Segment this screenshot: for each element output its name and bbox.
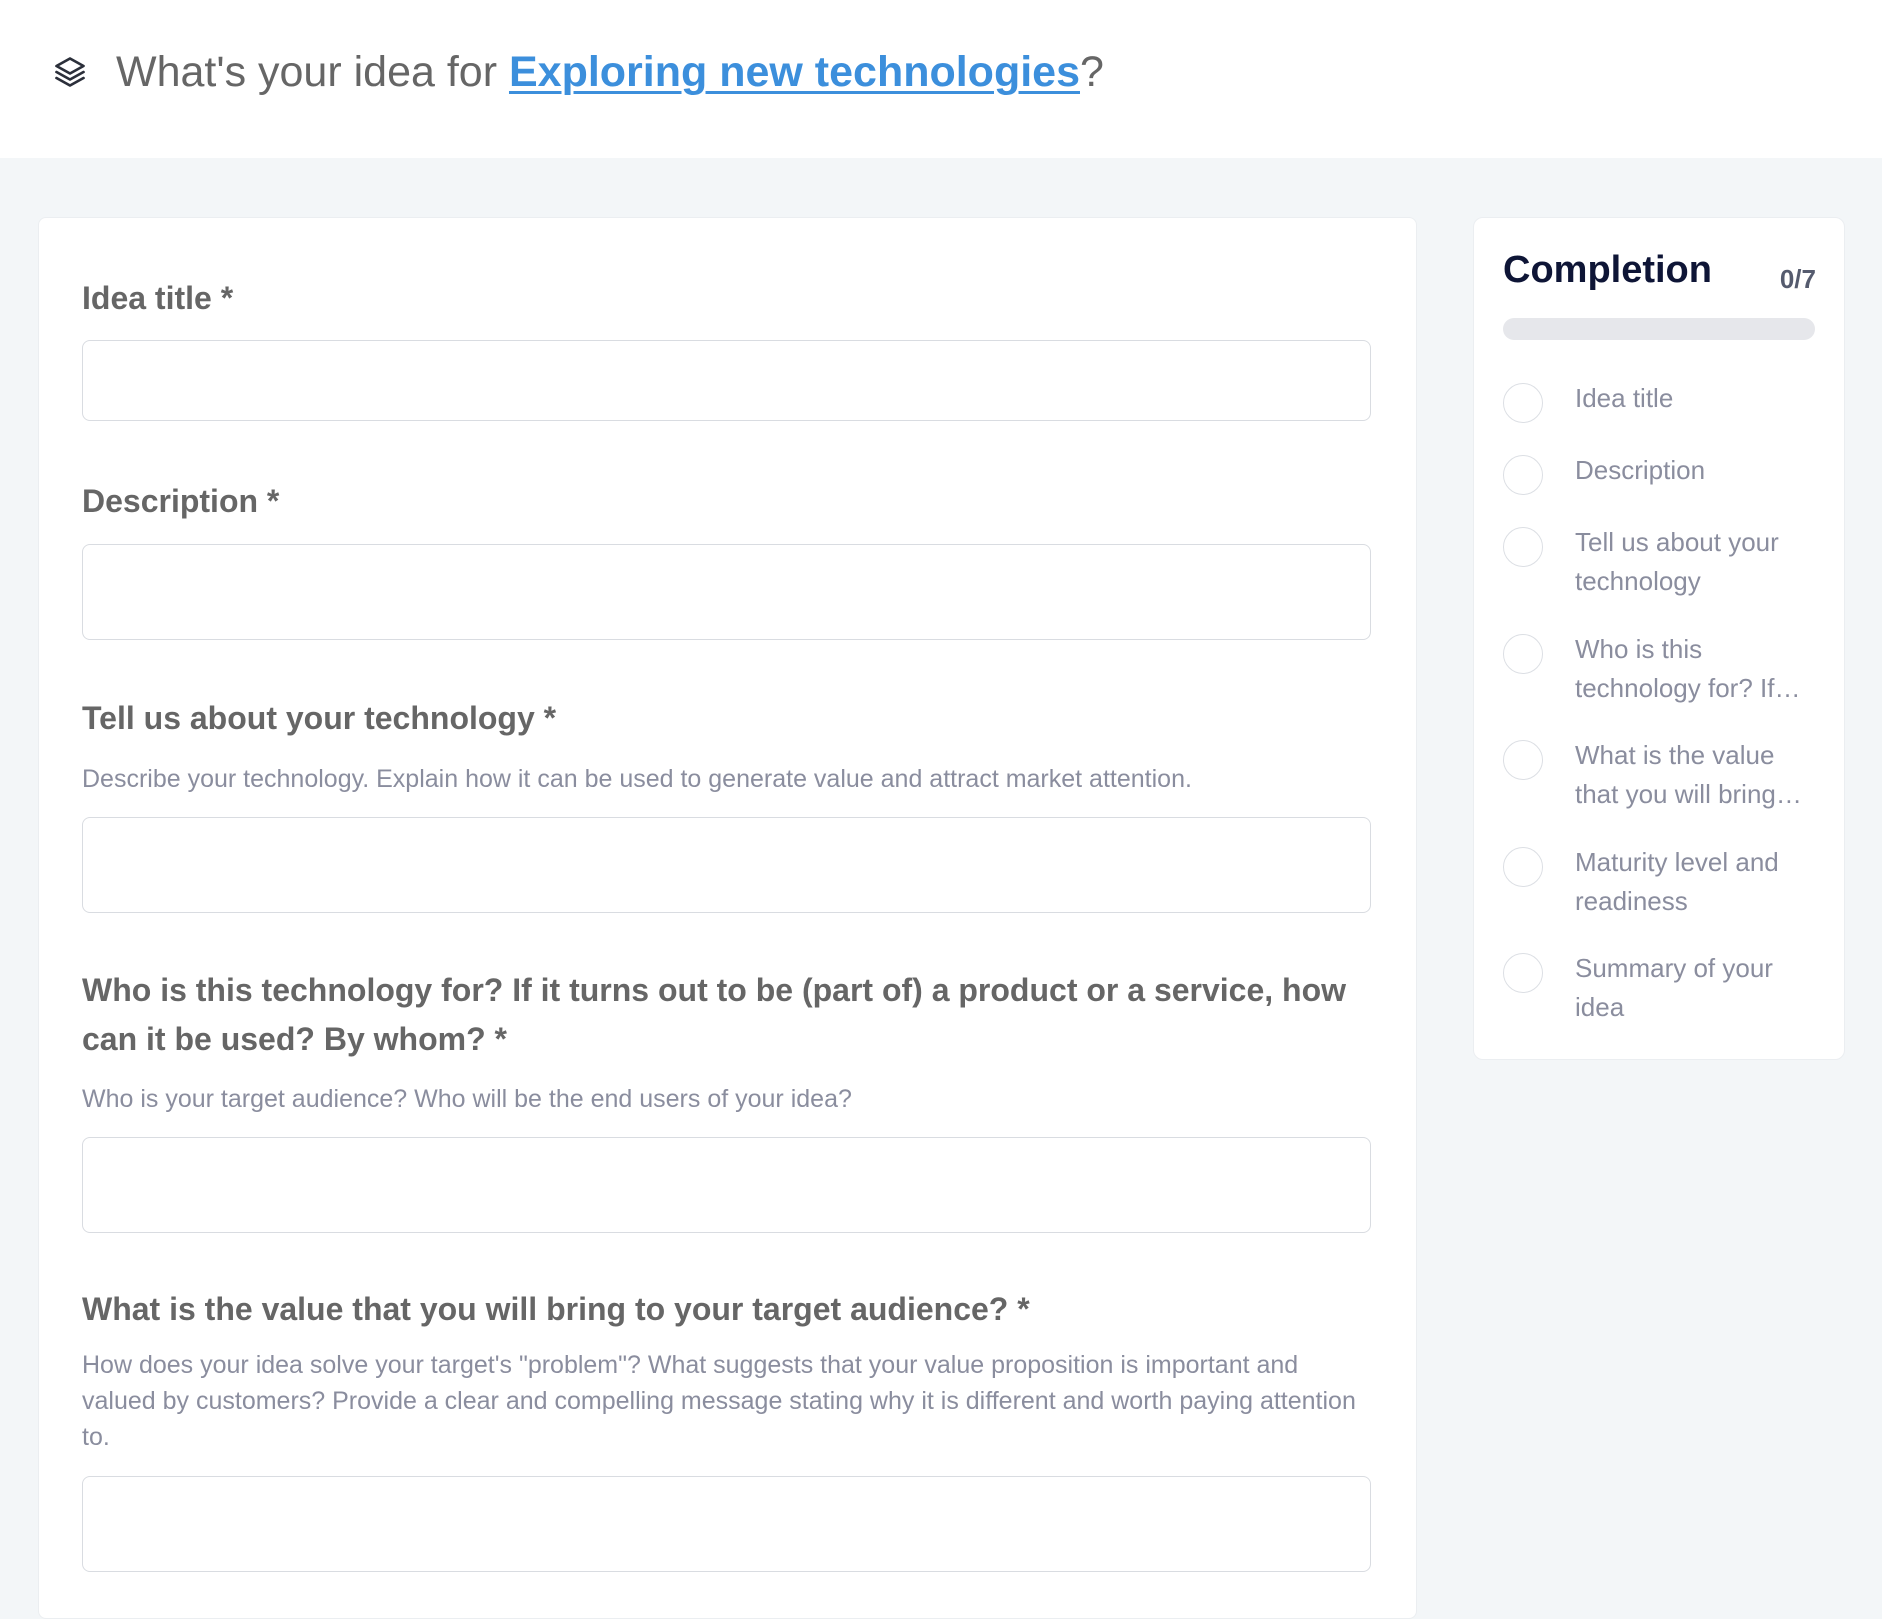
campaign-link[interactable]: Exploring new technologies: [509, 48, 1080, 96]
page-title: What's your idea for Exploring new techn…: [116, 44, 1104, 100]
technology-input[interactable]: [82, 817, 1371, 913]
completion-progress-bar: [1503, 318, 1815, 340]
checklist-item-label: Maturity level and readiness: [1575, 847, 1779, 916]
checklist-item-label: Tell us about your technology: [1575, 527, 1779, 596]
empty-circle-icon: [1503, 455, 1543, 495]
empty-circle-icon: [1503, 740, 1543, 780]
checklist-item-label: Summary of your idea: [1575, 953, 1773, 1022]
checklist-item-label: Description: [1575, 455, 1706, 485]
description-input[interactable]: [82, 544, 1371, 640]
field-label-target-users: Who is this technology for? If it turns …: [82, 972, 1347, 1057]
completion-panel: Completion 0/7 Idea title Description Te…: [1473, 217, 1845, 1060]
empty-circle-icon: [1503, 383, 1543, 423]
checklist-item-label: What is the value that you will bring…: [1575, 740, 1802, 809]
page-title-suffix: ?: [1080, 48, 1104, 96]
checklist-item-label: Who is this technology for? If…: [1575, 634, 1801, 703]
idea-form: Idea title * Description * Tell us about…: [38, 217, 1417, 1619]
field-label-technology: Tell us about your technology *: [82, 700, 557, 736]
field-label-description: Description *: [82, 483, 280, 519]
field-help-value: How does your idea solve your target's "…: [82, 1351, 1356, 1451]
target-users-input[interactable]: [82, 1137, 1371, 1233]
page-title-prefix: What's your idea for: [116, 48, 509, 96]
empty-circle-icon: [1503, 634, 1543, 674]
completion-count: 0/7: [1779, 264, 1816, 294]
empty-circle-icon: [1503, 953, 1543, 993]
field-help-target-users: Who is your target audience? Who will be…: [82, 1085, 852, 1113]
checklist-item-label: Idea title: [1575, 383, 1674, 413]
empty-circle-icon: [1503, 847, 1543, 887]
field-label-idea-title: Idea title *: [82, 280, 234, 316]
layers-icon: [52, 54, 88, 90]
completion-title: Completion: [1503, 249, 1712, 291]
field-help-technology: Describe your technology. Explain how it…: [82, 765, 1192, 793]
empty-circle-icon: [1503, 527, 1543, 567]
idea-title-input[interactable]: [82, 340, 1371, 421]
value-input[interactable]: [82, 1476, 1371, 1572]
field-label-value: What is the value that you will bring to…: [82, 1291, 1030, 1327]
page-header: What's your idea for Exploring new techn…: [0, 0, 1882, 158]
